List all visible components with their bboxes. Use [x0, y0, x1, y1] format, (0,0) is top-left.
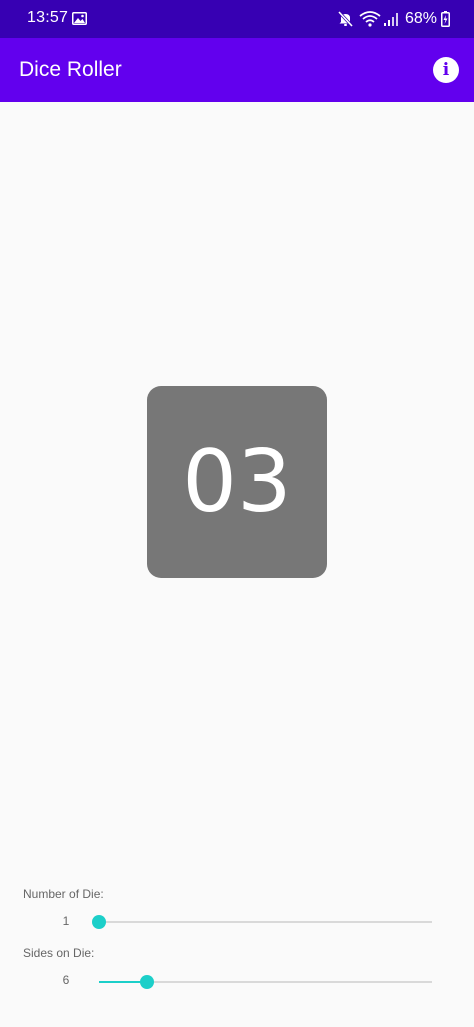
slider-thumb[interactable] — [92, 915, 106, 929]
app-title: Dice Roller — [19, 58, 122, 81]
die-display[interactable]: 03 — [147, 386, 327, 578]
status-bar: 13:57 68% — [0, 0, 474, 38]
info-icon[interactable]: i — [433, 57, 459, 83]
gallery-icon — [72, 12, 87, 25]
status-right: 68% — [337, 9, 450, 29]
signal-icon — [383, 13, 398, 26]
sides-on-die-value: 6 — [62, 973, 70, 987]
sides-on-die-label: Sides on Die: — [23, 946, 95, 960]
slider-track — [99, 921, 432, 923]
mute-icon — [337, 11, 353, 27]
battery-icon — [441, 11, 450, 27]
app-bar: Dice Roller — [0, 38, 474, 102]
battery-percent: 68% — [404, 10, 437, 27]
die-value: 03 — [182, 432, 292, 532]
number-of-die-value: 1 — [62, 914, 70, 928]
number-of-die-slider[interactable] — [92, 912, 432, 932]
wifi-icon — [359, 11, 381, 27]
slider-thumb[interactable] — [139, 975, 154, 989]
status-time: 13:57 — [27, 9, 69, 26]
number-of-die-label: Number of Die: — [23, 887, 104, 901]
sides-on-die-slider[interactable] — [99, 972, 432, 992]
